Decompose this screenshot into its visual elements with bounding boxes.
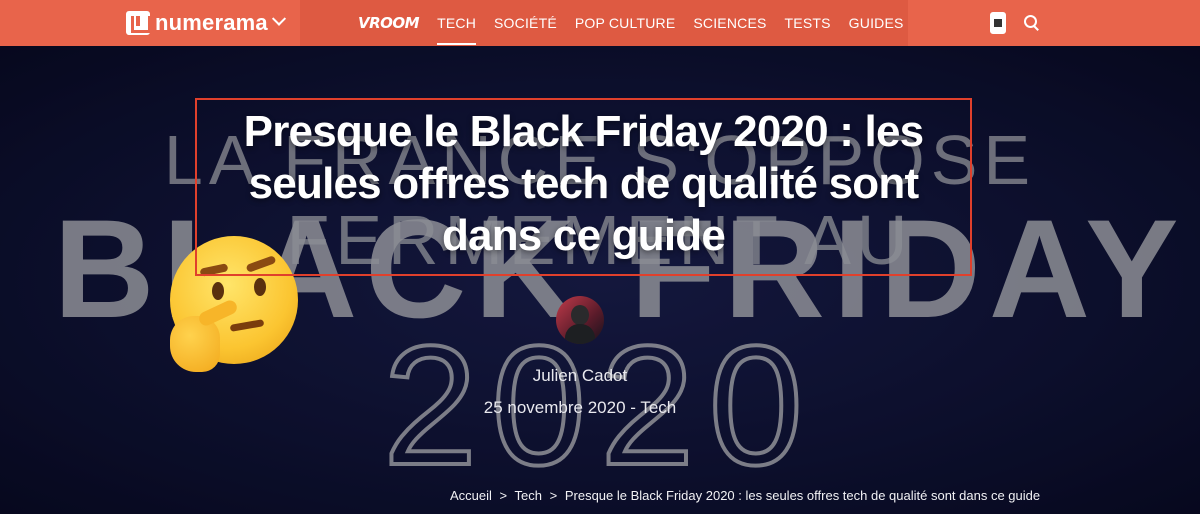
nav-item-guides[interactable]: GUIDES	[849, 0, 904, 46]
author-avatar[interactable]	[556, 296, 604, 344]
article-hero: LA FRANCE S'OPPOSE FERMEMENT AU BLACK FR…	[0, 46, 1200, 514]
nav-actions	[990, 12, 1040, 34]
brand-logo[interactable]: numerama	[126, 10, 286, 36]
nav-item-sciences[interactable]: SCIENCES	[693, 0, 766, 46]
nav-item-pop-culture[interactable]: POP CULTURE	[575, 0, 675, 46]
brand-name: numerama	[155, 10, 268, 35]
article-title: Presque le Black Friday 2020 : les seule…	[243, 107, 924, 260]
nav-item-tests[interactable]: TESTS	[785, 0, 831, 46]
nav-item-tech[interactable]: TECH	[437, 0, 476, 46]
search-icon[interactable]	[1024, 15, 1040, 31]
nav-item-societe[interactable]: SOCIÉTÉ	[494, 0, 557, 46]
breadcrumb: Accueil > Tech > Presque le Black Friday…	[450, 488, 1044, 503]
top-navigation-bar: numerama VROOM TECH SOCIÉTÉ POP CULTURE …	[0, 0, 1200, 46]
article-date-category: 25 novembre 2020 - Tech	[483, 398, 677, 417]
breadcrumb-current: Presque le Black Friday 2020 : les seule…	[564, 488, 1041, 503]
chevron-down-icon[interactable]	[271, 11, 286, 26]
breadcrumb-home[interactable]: Accueil	[450, 488, 492, 503]
main-nav: VROOM TECH SOCIÉTÉ POP CULTURE SCIENCES …	[358, 0, 922, 46]
breadcrumb-separator: >	[549, 488, 558, 503]
nav-item-vroom[interactable]: VROOM	[358, 0, 420, 46]
emoji-hand	[170, 316, 220, 372]
breadcrumb-tech[interactable]: Tech	[515, 488, 542, 503]
author-name[interactable]: Julien Cadot	[0, 366, 1160, 386]
emoji-eye-left	[212, 282, 224, 300]
numerama-logo-icon	[126, 11, 151, 35]
breadcrumb-separator: >	[499, 488, 508, 503]
emoji-eye-right	[254, 278, 266, 296]
device-icon[interactable]	[990, 12, 1006, 34]
